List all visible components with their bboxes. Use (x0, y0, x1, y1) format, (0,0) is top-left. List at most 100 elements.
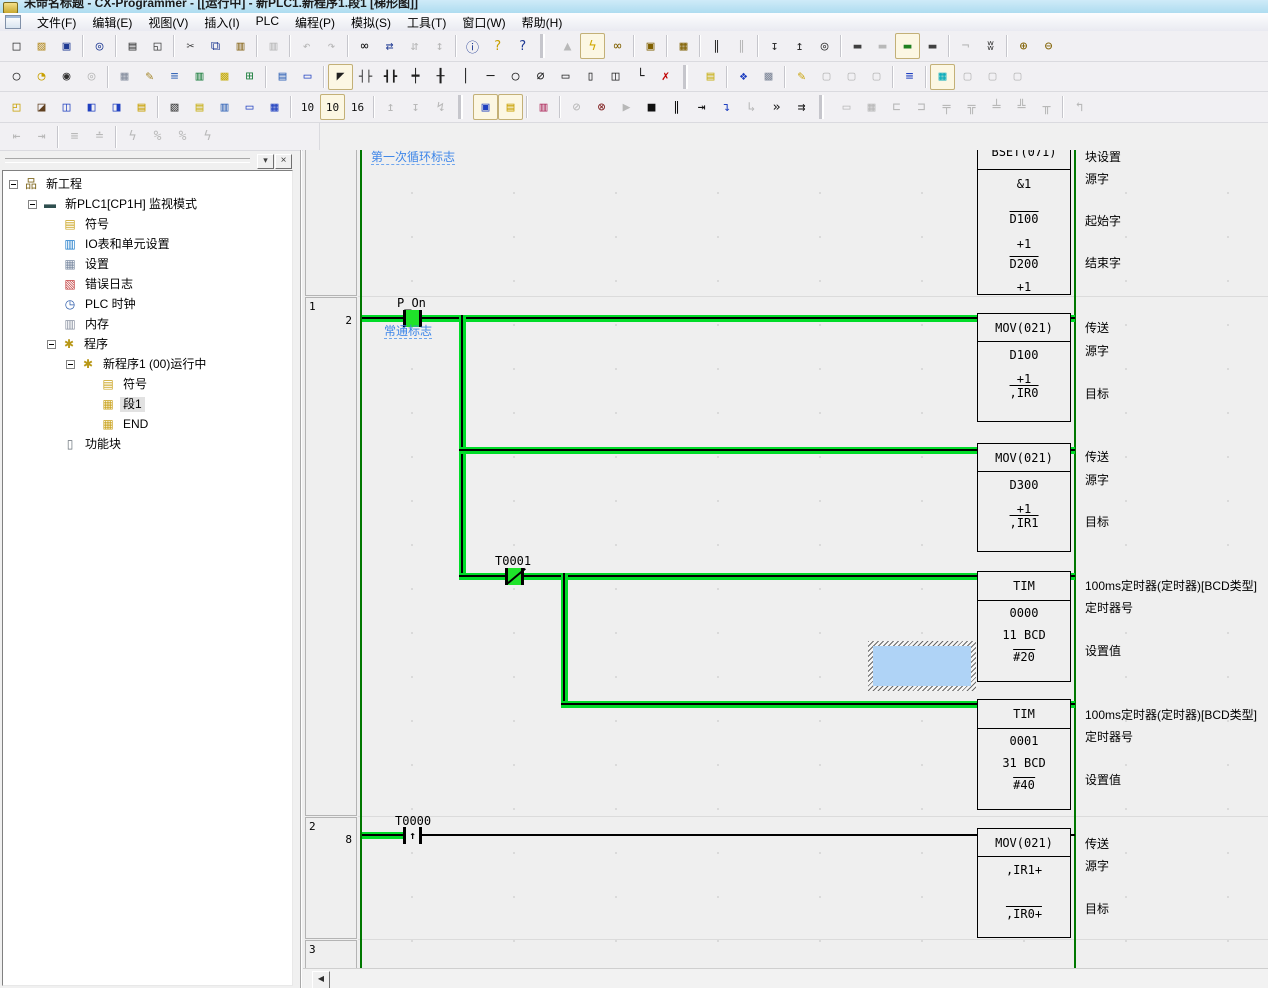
print-button[interactable]: ▤ (120, 33, 145, 59)
toolbar-grip[interactable] (543, 34, 549, 58)
tree-item--[interactable]: ▤符号 (3, 215, 112, 233)
instruction-title[interactable]: BSET(071) (978, 150, 1070, 170)
upload-from-plc-button[interactable]: ↥ (787, 33, 812, 59)
tree-item-plc-[interactable]: ◷PLC 时钟 (3, 295, 139, 313)
tree-item--1[interactable]: ▦段1 (3, 395, 145, 413)
replace-button[interactable]: ⇄ (377, 33, 402, 59)
about-button[interactable]: ⓘ (460, 33, 485, 59)
menu-edit[interactable]: 编辑(E) (84, 13, 140, 32)
new-file-button[interactable]: □ (4, 33, 29, 59)
tree-item--[interactable]: ▤符号 (3, 375, 150, 393)
show-section-tree-button[interactable]: ⊞ (237, 64, 262, 90)
scroll-left-button[interactable]: ◀ (312, 971, 330, 988)
monitor-signed-decimal-button[interactable]: 10 (320, 94, 345, 120)
float-window-button[interactable]: ◰ (4, 94, 29, 120)
menu-help[interactable]: 帮助(H) (514, 13, 571, 32)
memory-view-button[interactable]: ▦ (262, 94, 287, 120)
new-invoke-button[interactable]: ◫ (603, 64, 628, 90)
cut-rung-button[interactable]: ▧ (162, 94, 187, 120)
operand[interactable]: #20 (1013, 649, 1035, 664)
new-contact-button[interactable]: ┤├ (353, 64, 378, 90)
toolbar-grip[interactable] (686, 65, 692, 89)
panel-close-button[interactable]: × (275, 154, 292, 169)
zoom-in-button[interactable]: ◉ (54, 64, 79, 90)
save-button[interactable]: ▣ (54, 33, 79, 59)
tree-item--[interactable]: 品新工程 (3, 175, 85, 193)
instruction-block-mov3[interactable]: MOV(021) ,IR1+ ,IR0+ (977, 828, 1071, 938)
simulator-transfer-button[interactable]: ▥ (531, 94, 556, 120)
menu-window[interactable]: 窗口(W) (454, 13, 513, 32)
instruction-block-mov1[interactable]: MOV(021) D100 +1 ,IR0 (977, 313, 1071, 422)
view-dialogs-button[interactable]: ▭ (295, 64, 320, 90)
operand[interactable]: ,IR1 (1010, 515, 1039, 530)
new-closed-coil-button[interactable]: ∅ (528, 64, 553, 90)
instruction-block-mov2[interactable]: MOV(021) D300 +1 ,IR1 (977, 443, 1071, 552)
monitor-hex-button[interactable]: 16 (345, 94, 370, 120)
new-corner-button[interactable]: └ (628, 64, 653, 90)
simulator-window-button[interactable]: ▤ (498, 94, 523, 120)
copy-button[interactable]: ⧉ (203, 33, 228, 59)
begin-online-edit-button[interactable]: ✎ (789, 64, 814, 90)
menu-simulation[interactable]: 模拟(S) (343, 13, 399, 32)
pause-monitor-button[interactable]: ∥ (704, 33, 729, 59)
new-vertical-line-button[interactable]: │ (453, 64, 478, 90)
toolbar-grip[interactable] (461, 95, 467, 119)
contact-t0001-closed[interactable] (505, 568, 524, 585)
rung-margin-cell-0[interactable] (305, 150, 357, 296)
cross-reference-button[interactable]: ◧ (79, 94, 104, 120)
menu-file[interactable]: 文件(F) (29, 13, 84, 32)
program-mode-button[interactable]: ▬ (845, 33, 870, 59)
tree-item-end[interactable]: ▦END (3, 415, 151, 433)
local-symbols-button[interactable]: ▤ (187, 94, 212, 120)
sim-scan-run-button[interactable]: ⇉ (789, 94, 814, 120)
tree-item--1-00-[interactable]: ✱新程序1 (00)运行中 (3, 355, 209, 373)
instruction-title[interactable]: TIM (978, 572, 1070, 601)
instruction-block-tim1[interactable]: TIM 0000 11 BCD #20 (977, 571, 1071, 682)
tree-expander-icon[interactable] (9, 180, 18, 189)
view-mnemonics-button[interactable]: ▤ (270, 64, 295, 90)
output-window-button[interactable]: ▭ (237, 94, 262, 120)
panel-titlebar[interactable]: ▾ × (0, 152, 295, 168)
sim-step-in-button[interactable]: ↴ (714, 94, 739, 120)
instruction-title[interactable]: MOV(021) (978, 314, 1070, 342)
download-to-plc-button[interactable]: ↧ (762, 33, 787, 59)
open-file-button[interactable]: ▨ (29, 33, 54, 59)
watch-window-button[interactable]: ◫ (54, 94, 79, 120)
new-or-closed-contact-button[interactable]: ╂ (428, 64, 453, 90)
online-edit-button[interactable]: ▤ (698, 64, 723, 90)
select-tool-button[interactable]: ◤ (328, 64, 353, 90)
operand[interactable]: ,IR0 (1010, 385, 1039, 400)
show-monitor-data-button[interactable]: ▥ (187, 64, 212, 90)
cut-button[interactable]: ✂ (178, 33, 203, 59)
new-instruction-button[interactable]: ▭ (553, 64, 578, 90)
monitor-button[interactable]: ∞ (605, 33, 630, 59)
tree-expander-icon[interactable] (28, 200, 37, 209)
run-mode-button[interactable]: ▬ (920, 33, 945, 59)
monitor-decimal-button[interactable]: 10 (295, 94, 320, 120)
instruction-title[interactable]: TIM (978, 700, 1070, 729)
work-online-button[interactable]: ϟ (580, 33, 605, 59)
new-or-contact-button[interactable]: ┿ (403, 64, 428, 90)
panel-grab-handle[interactable] (5, 158, 250, 163)
erase-tool-button[interactable]: ✗ (653, 64, 678, 90)
tree-item-io-[interactable]: ▥IO表和单元设置 (3, 235, 173, 253)
instruction-title[interactable]: MOV(021) (978, 444, 1070, 472)
tree-expander-icon[interactable] (66, 360, 75, 369)
sim-pause-button[interactable]: ∥ (664, 94, 689, 120)
new-coil-button[interactable]: ○ (503, 64, 528, 90)
new-instruction-box-button[interactable]: ▯ (578, 64, 603, 90)
zoom-tool-button[interactable]: ○ (4, 64, 29, 90)
operand[interactable]: &1 (1017, 177, 1031, 191)
find-in-project-button[interactable]: ◎ (87, 33, 112, 59)
monitor-mode-button[interactable]: ▬ (895, 33, 920, 59)
panel-dropdown-button[interactable]: ▾ (257, 154, 274, 169)
operand[interactable]: D300 (1010, 478, 1039, 492)
operand[interactable]: D100 (1010, 211, 1039, 226)
tree-item--[interactable]: ▧错误日志 (3, 275, 136, 293)
sim-continuous-button[interactable]: » (764, 94, 789, 120)
menu-view[interactable]: 视图(V) (140, 13, 196, 32)
tree-expander-icon[interactable] (47, 340, 56, 349)
operand[interactable]: 0000 (1010, 606, 1039, 620)
transfer-options-button[interactable]: ▦ (671, 33, 696, 59)
show-program-sections-button[interactable]: ▩ (212, 64, 237, 90)
